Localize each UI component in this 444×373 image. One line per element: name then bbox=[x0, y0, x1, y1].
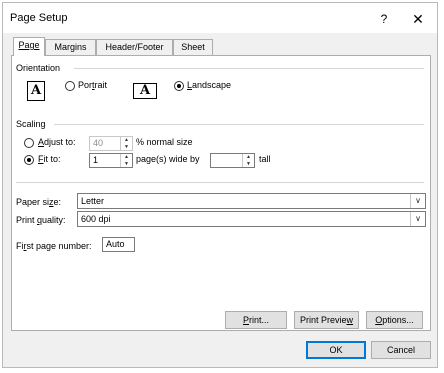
adjust-to-label[interactable]: Adjust to: bbox=[38, 137, 76, 147]
fit-to-label[interactable]: Fit to: bbox=[38, 154, 61, 164]
ok-button[interactable]: OK bbox=[306, 341, 366, 359]
spin-down-icon[interactable]: ▼ bbox=[121, 161, 132, 167]
fit-wide-suffix: page(s) wide by bbox=[136, 154, 200, 164]
help-button[interactable]: ? bbox=[374, 10, 394, 28]
fit-tall-suffix: tall bbox=[259, 154, 271, 164]
paper-size-select[interactable]: Letter ∨ bbox=[77, 193, 426, 209]
scaling-divider bbox=[54, 124, 424, 125]
landscape-label[interactable]: Landscape bbox=[187, 80, 231, 90]
portrait-page-icon: A bbox=[27, 81, 45, 101]
section-divider bbox=[16, 182, 424, 183]
spin-down-icon[interactable]: ▼ bbox=[121, 144, 132, 150]
spin-up-icon[interactable]: ▲ bbox=[121, 154, 132, 160]
landscape-radio[interactable] bbox=[174, 81, 184, 91]
portrait-radio[interactable] bbox=[65, 81, 75, 91]
options-button[interactable]: Options... bbox=[366, 311, 423, 329]
print-quality-select[interactable]: 600 dpi ∨ bbox=[77, 211, 426, 227]
adjust-to-suffix: % normal size bbox=[136, 137, 193, 147]
spin-down-icon[interactable]: ▼ bbox=[243, 161, 254, 167]
tab-page[interactable]: Page bbox=[13, 37, 45, 56]
orientation-heading: Orientation bbox=[16, 63, 61, 73]
page-setup-dialog: Page Setup ? ✕ Page Margins Header/Foote… bbox=[2, 2, 438, 368]
chevron-down-icon[interactable]: ∨ bbox=[410, 194, 425, 208]
print-preview-button[interactable]: Print Preview bbox=[294, 311, 359, 329]
landscape-page-icon: A bbox=[133, 83, 157, 99]
tab-header-footer[interactable]: Header/Footer bbox=[96, 39, 173, 55]
spin-up-icon[interactable]: ▲ bbox=[243, 154, 254, 160]
adjust-to-spinner[interactable]: 40 ▲ ▼ bbox=[89, 136, 133, 151]
page-tab-panel: Orientation A Portrait A Landscape Scali… bbox=[11, 55, 431, 331]
dialog-title: Page Setup bbox=[10, 12, 68, 24]
fit-tall-spinner[interactable]: ▲ ▼ bbox=[210, 153, 255, 168]
fit-to-radio[interactable] bbox=[24, 155, 34, 165]
tab-margins[interactable]: Margins bbox=[45, 39, 96, 55]
first-page-number-input[interactable]: Auto bbox=[102, 237, 135, 252]
cancel-button[interactable]: Cancel bbox=[371, 341, 431, 359]
print-button[interactable]: Print... bbox=[225, 311, 287, 329]
spin-up-icon[interactable]: ▲ bbox=[121, 137, 132, 143]
first-page-number-label: First page number: bbox=[16, 241, 92, 251]
orientation-divider bbox=[74, 68, 424, 69]
portrait-label[interactable]: Portrait bbox=[78, 80, 107, 90]
adjust-to-value: 40 bbox=[93, 138, 104, 148]
print-quality-value: 600 dpi bbox=[81, 214, 111, 224]
chevron-down-icon[interactable]: ∨ bbox=[410, 212, 425, 226]
scaling-heading: Scaling bbox=[16, 119, 46, 129]
paper-size-value: Letter bbox=[81, 196, 105, 206]
close-icon[interactable]: ✕ bbox=[408, 9, 428, 29]
tab-page-label: Page bbox=[18, 40, 40, 50]
title-bar: Page Setup ? ✕ bbox=[3, 3, 437, 33]
fit-wide-spinner[interactable]: 1 ▲ ▼ bbox=[89, 153, 133, 168]
tab-sheet[interactable]: Sheet bbox=[173, 39, 213, 55]
adjust-to-radio[interactable] bbox=[24, 138, 34, 148]
paper-size-label: Paper size: bbox=[16, 197, 62, 207]
first-page-number-value: Auto bbox=[106, 239, 125, 249]
print-quality-label: Print quality: bbox=[16, 215, 66, 225]
fit-wide-value: 1 bbox=[93, 155, 99, 165]
